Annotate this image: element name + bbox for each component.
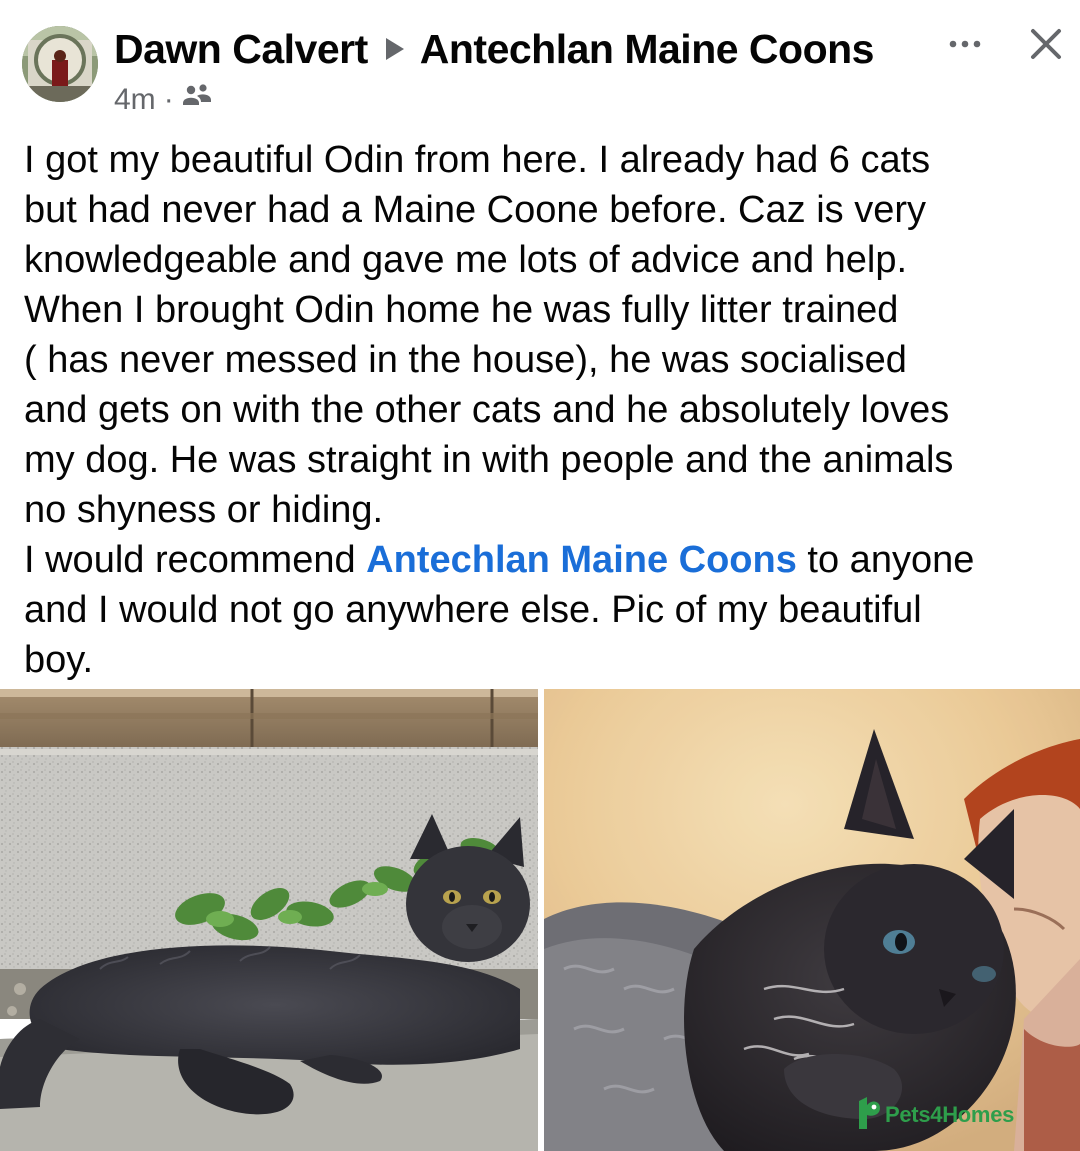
author-avatar[interactable]: [22, 26, 98, 102]
recommend-prefix: I would recommend: [24, 539, 367, 581]
group-audience-icon: [182, 83, 212, 117]
more-options-button[interactable]: [944, 24, 986, 64]
author-name[interactable]: Dawn Calvert: [114, 26, 368, 73]
recommend-line: I would recommend Antechlan Maine Coons …: [24, 535, 1074, 585]
post-text-line: and gets on with the other cats and he a…: [24, 389, 950, 431]
post-header: Dawn Calvert Antechlan Maine Coons 4m ·: [0, 0, 1080, 130]
post-text-line: knowledgeable and gave me lots of advice…: [24, 239, 908, 281]
author-line: Dawn Calvert Antechlan Maine Coons: [114, 22, 874, 76]
close-button[interactable]: [1024, 22, 1068, 66]
shared-to-arrow-icon: [385, 38, 404, 60]
post-body: I got my beautiful Odin from here. I alr…: [24, 135, 1074, 685]
post-meta: 4m ·: [114, 80, 212, 120]
post-photo-right[interactable]: [544, 689, 1080, 1151]
post-time[interactable]: 4m: [114, 83, 156, 117]
close-icon: [1031, 29, 1061, 59]
post-photo-left[interactable]: [0, 689, 538, 1151]
pets4homes-watermark: Pets4Homes: [856, 1096, 1014, 1134]
pets4homes-logo-icon: [856, 1095, 882, 1135]
post-text-line: boy.: [24, 639, 94, 681]
post-text-line: When I brought Odin home he was fully li…: [24, 289, 899, 331]
post-text-line: I got my beautiful Odin from here. I alr…: [24, 139, 931, 181]
post-text-line: my dog. He was straight in with people a…: [24, 439, 954, 481]
group-name[interactable]: Antechlan Maine Coons: [420, 26, 875, 73]
group-mention-link[interactable]: Antechlan Maine Coons: [366, 539, 797, 581]
post-text-line: no shyness or hiding.: [24, 489, 384, 531]
post-text-line: and I would not go anywhere else. Pic of…: [24, 589, 922, 631]
recommend-suffix: to anyone: [796, 539, 975, 581]
post-text-line: but had never had a Maine Coone before. …: [24, 189, 926, 231]
watermark-text: Pets4Homes: [885, 1102, 1015, 1127]
post-text-line: ( has never messed in the house), he was…: [24, 339, 907, 381]
meta-separator: ·: [163, 83, 174, 116]
